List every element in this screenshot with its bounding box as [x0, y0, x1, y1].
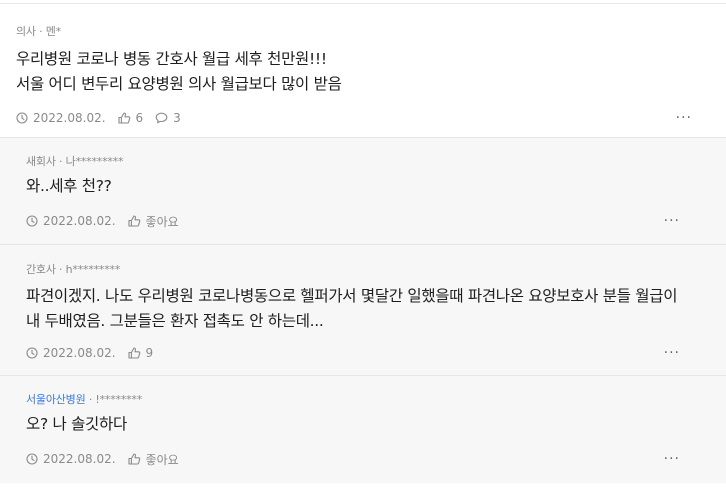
- comment-author-job[interactable]: 새회사: [26, 155, 56, 168]
- comment-body-line: 내 두배였음. 그분들은 환자 접촉도 안 하는데...: [26, 312, 324, 330]
- meta-separator: ·: [35, 25, 46, 38]
- comment-meta: 새회사 · 나*********: [26, 155, 710, 169]
- meta-separator: ·: [55, 263, 66, 276]
- meta-separator: ·: [85, 393, 96, 406]
- post-more-button[interactable]: ···: [676, 110, 692, 126]
- comment-date-text: 2022.08.02.: [43, 346, 116, 360]
- thumbs-up-icon: [117, 112, 130, 124]
- comment-body-line: 파견이겠지. 나도 우리병원 코로나병동으로 헬퍼가서 몇달간 일했을때 파견나…: [26, 287, 678, 305]
- comment-more-button[interactable]: ···: [664, 451, 680, 467]
- comment-body: 와..세후 천??: [26, 174, 710, 199]
- clock-icon: [26, 215, 38, 227]
- post-like-count: 6: [135, 111, 144, 125]
- comment-date: 2022.08.02.: [26, 346, 116, 360]
- comment-date-text: 2022.08.02.: [43, 452, 116, 466]
- comment-like-count: 9: [145, 346, 154, 360]
- comment-more-button[interactable]: ···: [664, 213, 680, 229]
- post-author-job[interactable]: 의사: [16, 25, 36, 38]
- comment: 새회사 · 나********* 와..세후 천?? 2022.08.02. 좋…: [0, 138, 726, 245]
- post-like-button[interactable]: 6: [117, 111, 144, 125]
- post-footer: 2022.08.02. 6 3 ···: [16, 108, 710, 128]
- comment-footer: 2022.08.02. 9 ···: [26, 343, 710, 363]
- comment-like-button[interactable]: 좋아요: [127, 451, 179, 468]
- clock-icon: [26, 453, 38, 465]
- thumbs-up-icon: [127, 453, 140, 465]
- comment: 간호사 · h********* 파견이겠지. 나도 우리병원 코로나병동으로 …: [0, 245, 726, 376]
- post-author-name: 멘*: [45, 25, 61, 38]
- speech-bubble-icon: [155, 112, 168, 124]
- post-body-line: 서울 어디 변두리 요양병원 의사 월급보다 많이 받음: [16, 75, 342, 93]
- comment-more-button[interactable]: ···: [664, 345, 680, 361]
- thread-container: 의사 · 멘* 우리병원 코로나 병동 간호사 월급 세후 천만원!!! 서울 …: [0, 0, 726, 488]
- comment-body-line: 오? 나 솔깃하다: [26, 415, 127, 433]
- comment-like-label: 좋아요: [145, 214, 179, 229]
- comment: 서울아산병원 · !******** 오? 나 솔깃하다 2022.08.02.…: [0, 376, 726, 483]
- comment-body-line: 와..세후 천??: [26, 177, 112, 195]
- comment-like-button[interactable]: 9: [127, 346, 154, 360]
- post-comment-count: 3: [173, 111, 181, 125]
- thumbs-up-icon: [127, 215, 140, 227]
- comment-body: 오? 나 솔깃하다: [26, 412, 710, 437]
- post-body-line: 우리병원 코로나 병동 간호사 월급 세후 천만원!!!: [16, 50, 327, 68]
- post-body: 우리병원 코로나 병동 간호사 월급 세후 천만원!!! 서울 어디 변두리 요…: [16, 47, 710, 97]
- comment-meta: 간호사 · h*********: [26, 263, 710, 277]
- post-date-text: 2022.08.02.: [33, 111, 106, 125]
- post-date: 2022.08.02.: [16, 111, 106, 125]
- comment-footer: 2022.08.02. 좋아요 ···: [26, 449, 710, 469]
- comment-date-text: 2022.08.02.: [43, 214, 116, 228]
- clock-icon: [26, 347, 38, 359]
- comment-meta: 서울아산병원 · !********: [26, 393, 710, 407]
- comment-author-name: !********: [95, 393, 143, 406]
- comment-author-name: 나*********: [65, 155, 124, 168]
- comment-date: 2022.08.02.: [26, 452, 116, 466]
- comment-author-job[interactable]: 간호사: [26, 263, 56, 276]
- comment-footer: 2022.08.02. 좋아요 ···: [26, 211, 710, 231]
- clock-icon: [16, 112, 28, 124]
- post-meta: 의사 · 멘*: [16, 25, 710, 39]
- comment-date: 2022.08.02.: [26, 214, 116, 228]
- comment-body: 파견이겠지. 나도 우리병원 코로나병동으로 헬퍼가서 몇달간 일했을때 파견나…: [26, 284, 710, 334]
- meta-separator: ·: [55, 155, 66, 168]
- thumbs-up-icon: [127, 347, 140, 359]
- comment-like-button[interactable]: 좋아요: [127, 213, 179, 230]
- comment-author-name: h*********: [65, 263, 121, 276]
- comment-author-company-link[interactable]: 서울아산병원: [26, 393, 86, 406]
- post-comment-button[interactable]: 3: [155, 111, 181, 125]
- post: 의사 · 멘* 우리병원 코로나 병동 간호사 월급 세후 천만원!!! 서울 …: [0, 4, 726, 138]
- comment-like-label: 좋아요: [145, 452, 179, 467]
